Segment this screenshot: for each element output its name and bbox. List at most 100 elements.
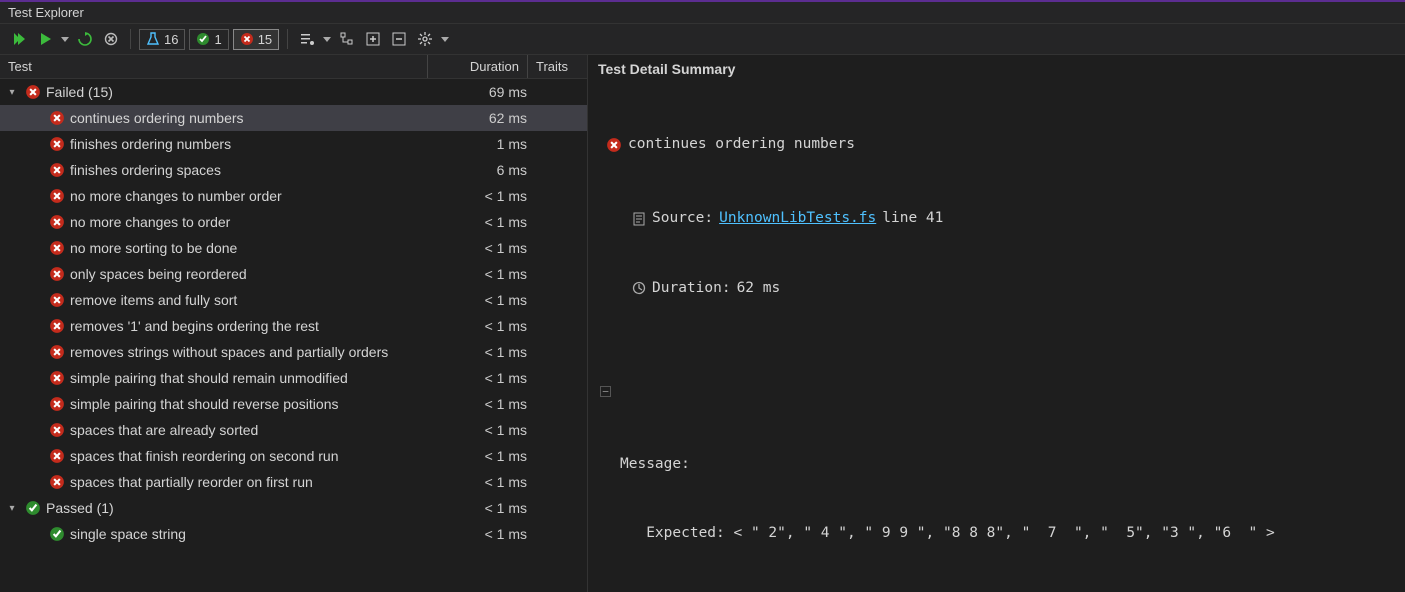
toolbar: 16 1 15 [0,24,1405,55]
test-name: no more changes to order [70,214,427,230]
test-duration: < 1 ms [427,422,527,438]
test-duration: < 1 ms [427,292,527,308]
test-duration: < 1 ms [427,526,527,542]
group-label: Failed (15) [46,84,427,100]
settings-button[interactable] [414,28,436,50]
test-duration: 6 ms [427,162,527,178]
test-row[interactable]: removes strings without spaces and parti… [0,339,587,365]
chevron-down-icon[interactable]: ▾ [4,503,20,514]
test-name: simple pairing that should reverse posit… [70,396,427,412]
message-label: Message: [620,453,1395,476]
source-line: line 41 [882,207,943,230]
detail-panel: Test Detail Summary continues ordering n… [588,55,1405,592]
run-all-button[interactable] [8,28,30,50]
test-row[interactable]: continues ordering numbers62 ms [0,105,587,131]
counter-failed[interactable]: 15 [233,29,279,50]
test-name: spaces that partially reorder on first r… [70,474,427,490]
test-duration: < 1 ms [427,370,527,386]
test-name: remove items and fully sort [70,292,427,308]
fail-icon [240,32,254,46]
playlist-dropdown[interactable] [322,28,332,50]
fail-icon [48,395,66,413]
test-duration: < 1 ms [427,240,527,256]
fail-icon [48,135,66,153]
pass-icon [196,32,210,46]
fail-icon [48,265,66,283]
column-test[interactable]: Test [0,55,427,78]
fail-icon [606,137,622,153]
test-row[interactable]: simple pairing that should remain unmodi… [0,365,587,391]
test-row[interactable]: remove items and fully sort< 1 ms [0,287,587,313]
fail-icon [24,83,42,101]
test-name: removes '1' and begins ordering the rest [70,318,427,334]
test-row[interactable]: simple pairing that should reverse posit… [0,391,587,417]
test-row[interactable]: single space string< 1 ms [0,521,587,547]
test-row[interactable]: finishes ordering numbers1 ms [0,131,587,157]
chevron-down-icon[interactable]: ▾ [4,87,20,98]
pass-icon [24,499,42,517]
group-duration: 69 ms [427,84,527,100]
test-name: spaces that are already sorted [70,422,427,438]
counter-passed[interactable]: 1 [189,29,228,50]
test-name: simple pairing that should remain unmodi… [70,370,427,386]
fail-icon [48,239,66,257]
test-duration: < 1 ms [427,396,527,412]
fail-icon [48,291,66,309]
duration-label: Duration: [652,277,731,300]
test-row[interactable]: spaces that partially reorder on first r… [0,469,587,495]
test-tree[interactable]: ▾ Failed (15)69 ms continues ordering numb… [0,79,587,592]
test-row[interactable]: no more changes to number order< 1 ms [0,183,587,209]
window-title: Test Explorer [0,2,1405,24]
clock-icon [632,281,646,295]
test-row[interactable]: removes '1' and begins ordering the rest… [0,313,587,339]
test-name: no more sorting to be done [70,240,427,256]
test-name: spaces that finish reordering on second … [70,448,427,464]
stop-button[interactable] [100,28,122,50]
repeat-button[interactable] [74,28,96,50]
test-row[interactable]: no more sorting to be done< 1 ms [0,235,587,261]
test-group[interactable]: ▾ Failed (15)69 ms [0,79,587,105]
test-tree-panel: Test Duration Traits ▾ Failed (15)69 ms co… [0,55,588,592]
run-dropdown[interactable] [60,28,70,50]
pass-icon [48,525,66,543]
source-label: Source: [652,207,713,230]
fold-toggle[interactable]: − [600,386,611,397]
column-duration[interactable]: Duration [427,55,527,78]
counter-total[interactable]: 16 [139,29,185,50]
test-name: only spaces being reordered [70,266,427,282]
test-row[interactable]: no more changes to order< 1 ms [0,209,587,235]
fail-icon [48,161,66,179]
fail-icon [48,213,66,231]
source-link[interactable]: UnknownLibTests.fs [719,207,876,230]
test-duration: < 1 ms [427,188,527,204]
fail-icon [48,447,66,465]
test-duration: 62 ms [427,110,527,126]
test-name: finishes ordering numbers [70,136,427,152]
test-row[interactable]: finishes ordering spaces6 ms [0,157,587,183]
counter-total-value: 16 [164,32,178,47]
counter-failed-value: 15 [258,32,272,47]
group-label: Passed (1) [46,500,427,516]
test-group[interactable]: ▾Passed (1)< 1 ms [0,495,587,521]
detail-header: Test Detail Summary [588,61,1405,83]
collapse-button[interactable] [388,28,410,50]
test-duration: 1 ms [427,136,527,152]
fail-icon [48,343,66,361]
test-duration: < 1 ms [427,474,527,490]
fail-icon [48,109,66,127]
test-name: removes strings without spaces and parti… [70,344,427,360]
playlist-button[interactable] [296,28,318,50]
run-button[interactable] [34,28,56,50]
settings-dropdown[interactable] [440,28,450,50]
source-icon [632,212,646,226]
test-row[interactable]: only spaces being reordered< 1 ms [0,261,587,287]
column-traits[interactable]: Traits [527,55,587,78]
expand-button[interactable] [362,28,384,50]
test-row[interactable]: spaces that finish reordering on second … [0,443,587,469]
test-name: finishes ordering spaces [70,162,427,178]
test-duration: < 1 ms [427,448,527,464]
flask-icon [146,32,160,46]
fail-icon [48,421,66,439]
hierarchy-button[interactable] [336,28,358,50]
test-row[interactable]: spaces that are already sorted< 1 ms [0,417,587,443]
